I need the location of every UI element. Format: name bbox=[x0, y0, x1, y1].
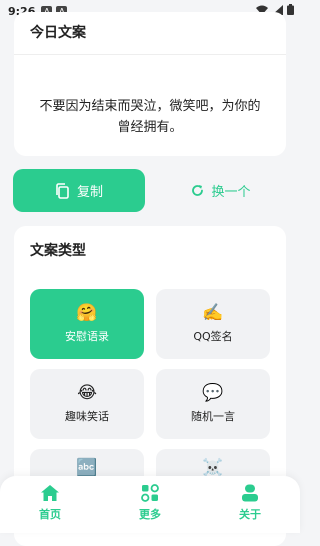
type-tile-jokes[interactable]: 😂 趣味笑话 bbox=[30, 369, 144, 439]
refresh-button-label: 换一个 bbox=[211, 185, 251, 200]
home-icon bbox=[41, 485, 59, 501]
type-tile-qq-signature[interactable]: ✍️ QQ签名 bbox=[156, 289, 270, 359]
battery-icon bbox=[287, 4, 294, 15]
divider bbox=[14, 54, 286, 55]
today-copy-card: 今日文案 不要因为结束而哭泣，微笑吧，为你的曾经拥有。 bbox=[14, 12, 286, 156]
nav-item-label: 关于 bbox=[239, 508, 261, 521]
copy-types-title: 文案类型 bbox=[30, 243, 86, 259]
speech-bubble-icon: 💬 bbox=[202, 383, 224, 403]
refresh-button[interactable]: 换一个 bbox=[155, 169, 287, 212]
copy-button[interactable]: 复制 bbox=[13, 169, 145, 212]
nav-item-home[interactable]: 首页 bbox=[20, 484, 80, 522]
type-tile-comfort[interactable]: 🤗 安慰语录 bbox=[30, 289, 144, 359]
copy-icon bbox=[56, 182, 69, 199]
nav-item-label: 更多 bbox=[139, 508, 161, 521]
writing-hand-icon: ✍️ bbox=[202, 303, 224, 323]
laughing-face-icon: 😂 bbox=[77, 383, 97, 403]
type-tile-label: 随机一言 bbox=[191, 410, 235, 423]
today-copy-title: 今日文案 bbox=[30, 25, 86, 41]
nav-item-label: 首页 bbox=[39, 508, 61, 521]
type-tile-label: 安慰语录 bbox=[65, 330, 109, 343]
user-icon bbox=[242, 484, 258, 502]
bottom-navigation: 首页 更多 关于 bbox=[0, 476, 300, 533]
type-tile-random-quote[interactable]: 💬 随机一言 bbox=[156, 369, 270, 439]
today-quote-text: 不要因为结束而哭泣，微笑吧，为你的曾经拥有。 bbox=[39, 99, 261, 135]
abc-icon: 🔤 bbox=[76, 458, 98, 478]
refresh-icon bbox=[192, 185, 204, 196]
type-tile-label: 趣味笑话 bbox=[65, 410, 109, 423]
skull-icon: ☠️ bbox=[202, 458, 224, 478]
type-tile-label: QQ签名 bbox=[193, 330, 233, 343]
nav-item-more[interactable]: 更多 bbox=[120, 484, 180, 522]
apps-icon bbox=[141, 484, 159, 502]
nav-item-about[interactable]: 关于 bbox=[220, 484, 280, 522]
hugging-face-icon: 🤗 bbox=[76, 303, 98, 323]
copy-button-label: 复制 bbox=[76, 185, 103, 200]
